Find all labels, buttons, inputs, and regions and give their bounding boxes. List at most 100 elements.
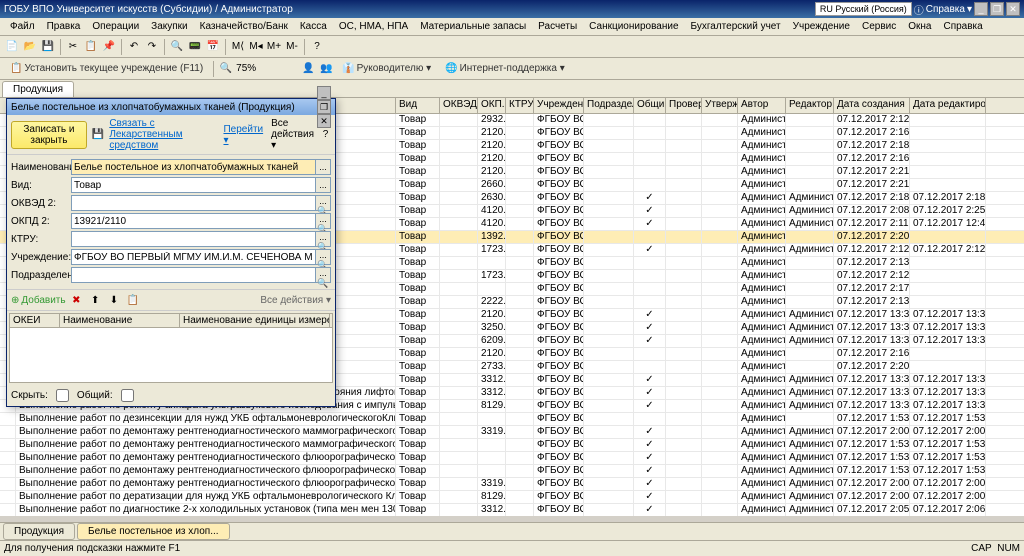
menu-6[interactable]: ОС, НМА, НПА xyxy=(333,19,414,34)
manager-link[interactable]: 👔 Руководителю ▾ xyxy=(336,61,437,76)
table-row[interactable]: Выполнение работ по дезинсекции для нужд… xyxy=(0,413,1024,426)
input-podr[interactable] xyxy=(71,267,316,283)
menu-9[interactable]: Санкционирование xyxy=(583,19,684,34)
zoom-value[interactable]: 75% xyxy=(236,63,256,74)
input-uchr[interactable] xyxy=(71,249,316,265)
nav-del-icon[interactable]: M- xyxy=(284,39,300,55)
col-header[interactable]: Автор xyxy=(738,98,786,113)
table-row[interactable]: Выполнение работ по демонтажу рентгеноди… xyxy=(0,426,1024,439)
col-header[interactable]: КТРУ xyxy=(506,98,534,113)
menu-13[interactable]: Окна xyxy=(902,19,937,34)
move-up-icon[interactable]: ⬆ xyxy=(87,292,103,308)
menu-5[interactable]: Касса xyxy=(294,19,333,34)
lookup-uchr-button[interactable]: ...🔍 xyxy=(315,249,331,265)
lookup-ktru-button[interactable]: ...🔍 xyxy=(315,231,331,247)
cut-icon[interactable]: ✂ xyxy=(65,39,81,55)
help-link[interactable]: ⓘ Справка ▾ xyxy=(914,2,972,17)
menu-12[interactable]: Сервис xyxy=(856,19,902,34)
delete-row-icon[interactable]: ✖ xyxy=(68,292,84,308)
dialog-minimize-icon[interactable]: _ xyxy=(317,86,331,100)
table-row[interactable]: Выполнение работ по дератизации для нужд… xyxy=(0,491,1024,504)
table-row[interactable]: Выполнение работ по демонтажу рентгеноди… xyxy=(0,452,1024,465)
link-all-actions[interactable]: Все действия ▾ xyxy=(271,118,316,151)
dialog-title-bar[interactable]: Белье постельное из хлопчатобумажных тка… xyxy=(7,99,335,115)
label-okved: ОКВЭД 2: xyxy=(11,198,71,209)
undo-icon[interactable]: ↶ xyxy=(126,39,142,55)
checkbox-hide[interactable] xyxy=(56,389,69,402)
col-header[interactable]: ОКП... xyxy=(478,98,506,113)
copy-icon[interactable]: 📋 xyxy=(83,39,99,55)
input-ktru[interactable] xyxy=(71,231,316,247)
menu-11[interactable]: Учреждение xyxy=(787,19,856,34)
link-connect-med[interactable]: Связать с Лекарственным средством xyxy=(109,118,219,151)
set-org-link[interactable]: 📋 Установить текущее учреждение (F11) xyxy=(4,61,209,76)
language-badge[interactable]: RU Русский (Россия) xyxy=(815,2,912,16)
help-icon[interactable]: ? xyxy=(320,127,331,143)
table-row[interactable]: Выполнение работ по демонтажу рентгеноди… xyxy=(0,465,1024,478)
move-down-icon[interactable]: ⬇ xyxy=(106,292,122,308)
copy-row-icon[interactable]: 📋 xyxy=(125,292,141,308)
all-actions-link[interactable]: Все действия ▾ xyxy=(260,295,331,306)
col-header[interactable]: Вид xyxy=(396,98,440,113)
nav-prev-icon[interactable]: M◂ xyxy=(248,39,264,55)
btab-products[interactable]: Продукция xyxy=(3,523,75,540)
col-header[interactable]: Проверен xyxy=(666,98,702,113)
lookup-okved-button[interactable]: ...🔍 xyxy=(315,195,331,211)
checkbox-common[interactable] xyxy=(121,389,134,402)
menu-8[interactable]: Расчеты xyxy=(532,19,583,34)
menu-1[interactable]: Правка xyxy=(41,19,87,34)
units-subgrid[interactable]: ОКЕИНаименованиеНаименование единицы изм… xyxy=(9,313,333,383)
menu-2[interactable]: Операции xyxy=(86,19,145,34)
menu-7[interactable]: Материальные запасы xyxy=(414,19,532,34)
menu-4[interactable]: Казначейство/Банк xyxy=(194,19,294,34)
add-row-link[interactable]: ⊕ Добавить xyxy=(11,295,66,306)
save-icon[interactable]: 💾 xyxy=(91,127,105,143)
paste-icon[interactable]: 📌 xyxy=(101,39,117,55)
nav-first-icon[interactable]: M⟨ xyxy=(230,39,246,55)
col-header[interactable]: Утвержден xyxy=(702,98,738,113)
calc-icon[interactable]: 📟 xyxy=(187,39,203,55)
menu-0[interactable]: Файл xyxy=(4,19,41,34)
lookup-vid-button[interactable]: ... xyxy=(315,177,331,193)
menu-14[interactable]: Справка xyxy=(937,19,988,34)
col-header[interactable]: Дата создания xyxy=(834,98,910,113)
table-row[interactable]: Выполнение работ по демонтажу рентгеноди… xyxy=(0,439,1024,452)
col-header[interactable]: Подразделение xyxy=(584,98,634,113)
nav-add-icon[interactable]: M+ xyxy=(266,39,282,55)
save-close-button[interactable]: Записать и закрыть xyxy=(11,121,87,149)
users-icon[interactable]: 👥 xyxy=(318,61,334,77)
close-button[interactable]: ✕ xyxy=(1006,2,1020,16)
zoom-icon[interactable]: 🔍 xyxy=(218,61,234,77)
col-header[interactable]: Дата редактирования xyxy=(910,98,986,113)
btab-item[interactable]: Белье постельное из хлоп... xyxy=(77,523,230,540)
lookup-name-button[interactable]: ... xyxy=(315,159,331,175)
save-icon[interactable]: 💾 xyxy=(40,39,56,55)
menu-3[interactable]: Закупки xyxy=(145,19,193,34)
input-vid[interactable] xyxy=(71,177,316,193)
find-icon[interactable]: 🔍 xyxy=(169,39,185,55)
dialog-restore-icon[interactable]: ❐ xyxy=(317,100,331,114)
col-header[interactable]: ОКВЭД 2 xyxy=(440,98,478,113)
minimize-button[interactable]: _ xyxy=(974,2,988,16)
input-okpd[interactable] xyxy=(71,213,316,229)
redo-icon[interactable]: ↷ xyxy=(144,39,160,55)
user-icon[interactable]: 👤 xyxy=(300,61,316,77)
calendar-icon[interactable]: 📅 xyxy=(205,39,221,55)
table-row[interactable]: Выполнение работ по диагностике 2-х холо… xyxy=(0,504,1024,516)
help-icon[interactable]: ? xyxy=(309,39,325,55)
link-goto[interactable]: Перейти ▾ xyxy=(223,124,263,146)
open-icon[interactable]: 📂 xyxy=(22,39,38,55)
lookup-okpd-button[interactable]: ...🔍 xyxy=(315,213,331,229)
menu-10[interactable]: Бухгалтерский учет xyxy=(685,19,787,34)
new-icon[interactable]: 📄 xyxy=(4,39,20,55)
restore-button[interactable]: ❐ xyxy=(990,2,1004,16)
col-header[interactable]: Учреждение xyxy=(534,98,584,113)
col-header[interactable]: Общий xyxy=(634,98,666,113)
input-name[interactable] xyxy=(71,159,316,175)
tab-products[interactable]: Продукция xyxy=(2,81,74,97)
lookup-podr-button[interactable]: ...🔍 xyxy=(315,267,331,283)
col-header[interactable]: Редактор xyxy=(786,98,834,113)
table-row[interactable]: Выполнение работ по демонтажу рентгеноди… xyxy=(0,478,1024,491)
internet-support-link[interactable]: 🌐 Интернет-поддержка ▾ xyxy=(439,61,571,76)
input-okved[interactable] xyxy=(71,195,316,211)
